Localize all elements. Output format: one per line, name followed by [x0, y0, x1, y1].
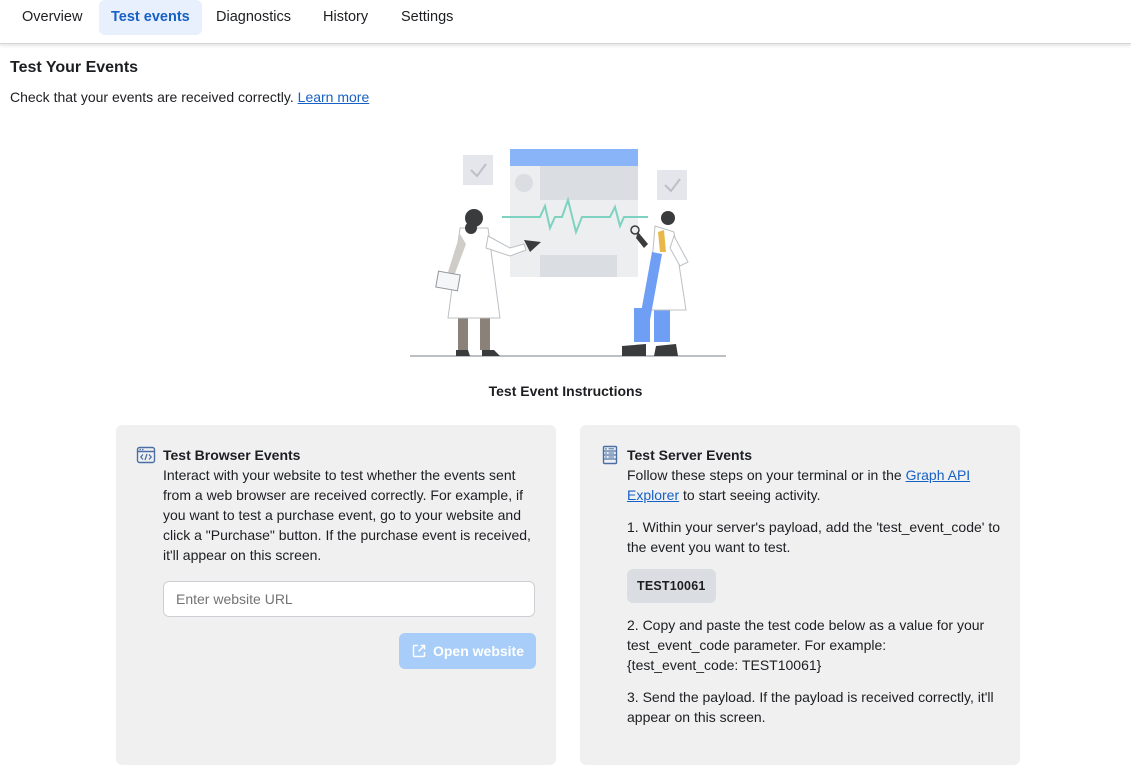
server-events-card: Test Server Events Follow these steps on… [580, 425, 1020, 765]
tab-test-events[interactable]: Test events [99, 0, 202, 35]
tab-settings[interactable]: Settings [389, 0, 465, 35]
open-website-button[interactable]: Open website [399, 633, 536, 669]
server-intro-text-end: to start seeing activity. [679, 487, 821, 503]
server-card-intro: Follow these steps on your terminal or i… [627, 465, 1000, 505]
doctors-monitor-illustration [410, 149, 726, 357]
external-link-icon [412, 644, 426, 658]
server-card-title: Test Server Events [627, 447, 753, 463]
instructions-title: Test Event Instructions [488, 383, 643, 399]
browser-events-card: Test Browser Events Interact with your w… [116, 425, 556, 765]
test-code-pill: TEST10061 [627, 569, 716, 603]
browser-card-title: Test Browser Events [163, 447, 301, 463]
server-step-1: 1. Within your server's payload, add the… [627, 519, 1001, 555]
browser-card-description: Interact with your website to test wheth… [163, 467, 531, 563]
website-url-input[interactable] [163, 581, 535, 617]
tab-bar: Overview Test events Diagnostics History… [0, 0, 1131, 44]
learn-more-link[interactable]: Learn more [298, 89, 370, 105]
page-title: Test Your Events [10, 59, 139, 76]
tab-history[interactable]: History [311, 0, 380, 35]
server-card-body: Test Server Events Follow these steps on… [627, 445, 1000, 727]
tab-diagnostics[interactable]: Diagnostics [204, 0, 303, 35]
server-step-3: 3. Send the payload. If the payload is r… [627, 689, 994, 725]
server-icon [602, 445, 618, 465]
code-window-icon [136, 446, 156, 464]
open-website-label: Open website [432, 643, 525, 659]
browser-card-body: Test Browser Events Interact with your w… [163, 445, 536, 565]
tab-overview[interactable]: Overview [10, 0, 94, 35]
page-subtitle: Check that your events are received corr… [10, 89, 369, 105]
server-step-2: 2. Copy and paste the test code below as… [627, 617, 985, 673]
subtitle-text: Check that your events are received corr… [10, 89, 294, 105]
server-intro-text: Follow these steps on your terminal or i… [627, 467, 906, 483]
